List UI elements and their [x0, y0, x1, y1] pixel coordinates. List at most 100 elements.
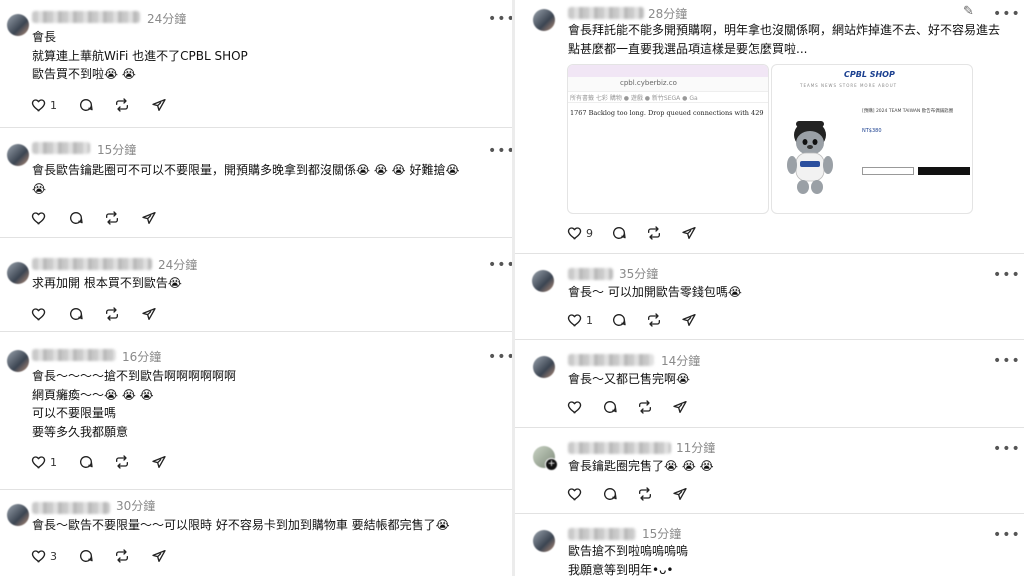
share-button[interactable] [681, 224, 697, 242]
more-options-icon[interactable]: ••• [993, 7, 1021, 21]
repost-button[interactable] [114, 547, 130, 565]
add-to-cart-button[interactable] [862, 167, 914, 175]
comment-button[interactable] [78, 547, 94, 565]
pencil-icon[interactable]: ✎ [963, 4, 974, 19]
more-options-icon[interactable]: ••• [993, 354, 1021, 368]
avatar[interactable] [533, 530, 555, 552]
avatar[interactable]: + [533, 446, 558, 471]
more-options-icon[interactable]: ••• [488, 258, 512, 272]
post-text: 會長拜託能不能多開預購啊，明年拿也沒關係啊，網站炸掉進不去、好不容易進去 點甚麼… [568, 23, 1001, 56]
like-button[interactable] [31, 209, 50, 227]
more-options-icon[interactable]: ••• [488, 350, 512, 364]
more-options-icon[interactable]: ••• [993, 442, 1021, 456]
share-button[interactable] [151, 547, 167, 565]
attachment-shop-screenshot[interactable]: CPBL SHOP TEAMS NEWS STORE MORE ABOUT [預… [771, 64, 973, 214]
post-text: 會長～又都已售完啊😭 [568, 372, 691, 386]
more-options-icon[interactable]: ••• [993, 268, 1021, 282]
post-actions: 1 [567, 311, 767, 329]
reply-post: 28分鐘 ✎ ••• 會長拜託能不能多開預購啊，明年拿也沒關係啊，網站炸掉進不去… [515, 0, 1024, 254]
username-blurred[interactable] [568, 268, 613, 280]
comment-button[interactable] [68, 209, 84, 227]
repost-button[interactable] [104, 209, 120, 227]
username-blurred[interactable] [32, 11, 140, 23]
comment-button[interactable] [611, 224, 627, 242]
share-icon [142, 212, 156, 224]
repost-button[interactable] [646, 311, 662, 329]
username-blurred[interactable] [32, 258, 152, 270]
username-blurred[interactable] [568, 442, 671, 454]
more-options-icon[interactable]: ••• [488, 12, 512, 26]
like-button[interactable]: 1 [567, 311, 593, 329]
avatar[interactable] [7, 350, 29, 372]
repost-button[interactable] [637, 398, 653, 416]
comment-button[interactable] [78, 96, 94, 114]
share-button[interactable] [151, 453, 167, 471]
avatar[interactable] [7, 504, 29, 526]
repost-button[interactable] [646, 224, 662, 242]
heart-icon [31, 456, 46, 469]
username-blurred[interactable] [568, 7, 644, 19]
comment-button[interactable] [602, 485, 618, 503]
browser-bookmarks-bar: 所有書籤 七彩 購物 ● 遊戲 ● 新竹SEGA ● Ga [568, 92, 768, 103]
avatar[interactable] [532, 270, 554, 292]
like-button[interactable] [567, 398, 586, 416]
avatar[interactable] [7, 262, 29, 284]
post-time: 30分鐘 [116, 499, 156, 513]
like-button[interactable]: 3 [31, 547, 57, 565]
shop-nav: TEAMS NEWS STORE MORE ABOUT [800, 83, 898, 88]
more-options-icon[interactable]: ••• [993, 528, 1021, 542]
like-count: 9 [586, 226, 593, 240]
reply-post: 24分鐘 ••• 會長 就算連上華航WiFi 也進不了CPBL SHOP 歐告買… [0, 0, 512, 128]
reply-post: + 11分鐘 ••• 會長鑰匙圈完售了😭 😭 😭 [515, 428, 1024, 514]
post-text: 歐告搶不到啦嗚嗚嗚嗚 我願意等到明年•ᴗ• [568, 544, 689, 576]
repost-icon [116, 455, 128, 469]
comment-button[interactable] [611, 311, 627, 329]
avatar[interactable] [7, 144, 29, 166]
repost-button[interactable] [637, 485, 653, 503]
repost-icon [648, 313, 660, 327]
username-blurred[interactable] [568, 528, 636, 540]
like-button[interactable] [31, 305, 50, 323]
reply-post: 16分鐘 ••• 會長～～～～搶不到歐告啊啊啊啊啊啊 網頁癱瘓～～😭 😭 😭 可… [0, 332, 512, 490]
username-blurred[interactable] [568, 354, 654, 366]
like-button[interactable]: 1 [31, 453, 57, 471]
more-options-icon[interactable]: ••• [488, 144, 512, 158]
share-icon [673, 401, 687, 413]
share-icon [673, 488, 687, 500]
share-button[interactable] [672, 398, 688, 416]
post-time: 14分鐘 [661, 354, 701, 368]
username-blurred[interactable] [32, 502, 110, 514]
repost-button[interactable] [114, 453, 130, 471]
avatar[interactable] [7, 14, 29, 36]
buy-now-button[interactable] [918, 167, 970, 175]
like-button[interactable] [567, 485, 586, 503]
attachment-browser-screenshot[interactable]: cpbl.cyberbiz.co 所有書籤 七彩 購物 ● 遊戲 ● 新竹SEG… [567, 64, 769, 214]
avatar[interactable] [533, 9, 555, 31]
share-icon [152, 550, 166, 562]
follow-plus-icon[interactable]: + [545, 458, 558, 471]
heart-icon [31, 99, 46, 112]
share-button[interactable] [672, 485, 688, 503]
post-actions: 3 [31, 547, 231, 565]
comment-button[interactable] [68, 305, 84, 323]
browser-address-bar: cpbl.cyberbiz.co [568, 77, 768, 92]
share-button[interactable] [151, 96, 167, 114]
comment-button[interactable] [78, 453, 94, 471]
reply-post: 30分鐘 會長～歐告不要限量～～可以限時 好不容易卡到加到購物車 要結帳都完售了… [0, 490, 512, 576]
like-button[interactable]: 1 [31, 96, 57, 114]
avatar[interactable] [533, 356, 555, 378]
repost-button[interactable] [104, 305, 120, 323]
share-button[interactable] [141, 209, 157, 227]
heart-icon [567, 488, 582, 501]
share-button[interactable] [681, 311, 697, 329]
post-text: 會長～～～～搶不到歐告啊啊啊啊啊啊 網頁癱瘓～～😭 😭 😭 可以不要限量嗎 要等… [32, 369, 237, 439]
post-actions [31, 305, 231, 323]
comment-button[interactable] [602, 398, 618, 416]
username-blurred[interactable] [32, 142, 90, 154]
browser-tab-bar [568, 65, 768, 77]
repost-button[interactable] [114, 96, 130, 114]
like-button[interactable]: 9 [567, 224, 593, 242]
heart-icon [567, 227, 582, 240]
share-button[interactable] [141, 305, 157, 323]
username-blurred[interactable] [32, 349, 116, 361]
